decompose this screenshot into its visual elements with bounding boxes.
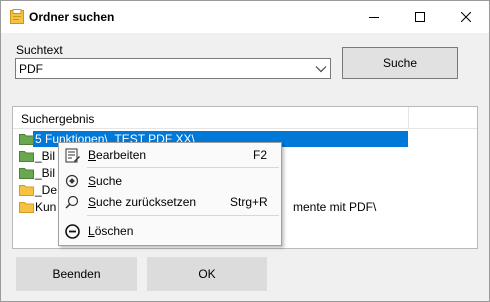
window-title: Ordner suchen	[29, 10, 115, 24]
menu-item-label: uche zurücksetzen	[96, 195, 197, 209]
ok-button[interactable]: OK	[147, 257, 267, 291]
list-item-text: _Bil	[35, 149, 56, 163]
menu-item-label: uche	[96, 174, 123, 188]
search-icon	[65, 195, 79, 209]
list-item-text: _De	[35, 183, 58, 197]
menu-item-edit[interactable]: Bearbeiten F2	[59, 144, 281, 166]
cancel-button-label: Beenden	[52, 267, 101, 281]
menu-separator	[87, 167, 279, 168]
menu-item-shortcut: F2	[253, 148, 268, 162]
menu-item-mnemonic: S	[88, 174, 97, 188]
search-text-label: Suchtext	[16, 43, 63, 57]
close-button[interactable]	[443, 1, 489, 33]
menu-item-shortcut: Strg+R	[230, 195, 268, 209]
chevron-down-icon[interactable]	[315, 63, 327, 75]
app-icon	[10, 9, 24, 24]
folder-green-icon	[19, 151, 34, 162]
menu-item-mnemonic: L	[88, 224, 95, 238]
context-menu: Bearbeiten F2 Suche Suche zurücksetzen S…	[58, 142, 282, 246]
search-text-combobox[interactable]: PDF	[15, 58, 331, 79]
menu-item-reset-search[interactable]: Suche zurücksetzen Strg+R	[59, 191, 281, 213]
menu-item-delete[interactable]: Löschen	[59, 220, 281, 242]
title-bar[interactable]: Ordner suchen	[1, 1, 489, 33]
menu-item-mnemonic: S	[88, 195, 97, 209]
cancel-button[interactable]: Beenden	[16, 257, 137, 291]
menu-item-search[interactable]: Suche	[59, 170, 281, 192]
menu-separator	[87, 215, 279, 216]
search-button-label: Suche	[382, 56, 418, 70]
column-divider	[408, 107, 409, 128]
list-item-text: Kun	[35, 200, 57, 214]
folder-yellow-icon	[19, 202, 34, 213]
minimize-button[interactable]	[351, 1, 397, 33]
search-text-value[interactable]: PDF	[19, 62, 43, 76]
ok-button-label: OK	[198, 267, 216, 281]
folder-green-icon	[19, 134, 34, 145]
list-item-text: _Bil	[35, 166, 56, 180]
menu-item-label: öschen	[94, 224, 134, 238]
search-button[interactable]: Suche	[342, 47, 458, 79]
list-item-text-tail: mente mit PDF\	[293, 200, 377, 214]
maximize-icon	[415, 12, 425, 22]
result-header-label: Suchergebnis	[21, 112, 95, 126]
edit-icon	[65, 148, 80, 163]
maximize-button[interactable]	[397, 1, 443, 33]
minimize-icon	[369, 17, 379, 18]
folder-green-icon	[19, 168, 34, 179]
folder-yellow-icon	[19, 185, 34, 196]
close-icon	[461, 12, 471, 22]
delete-icon	[65, 224, 80, 239]
search-plus-icon	[65, 174, 79, 188]
menu-item-mnemonic: B	[88, 148, 97, 162]
search-folder-dialog: Ordner suchen Suchtext PDF Suche Sucherg…	[0, 0, 490, 302]
menu-item-label: earbeiten	[96, 148, 147, 162]
result-column-header[interactable]: Suchergebnis	[13, 107, 477, 129]
